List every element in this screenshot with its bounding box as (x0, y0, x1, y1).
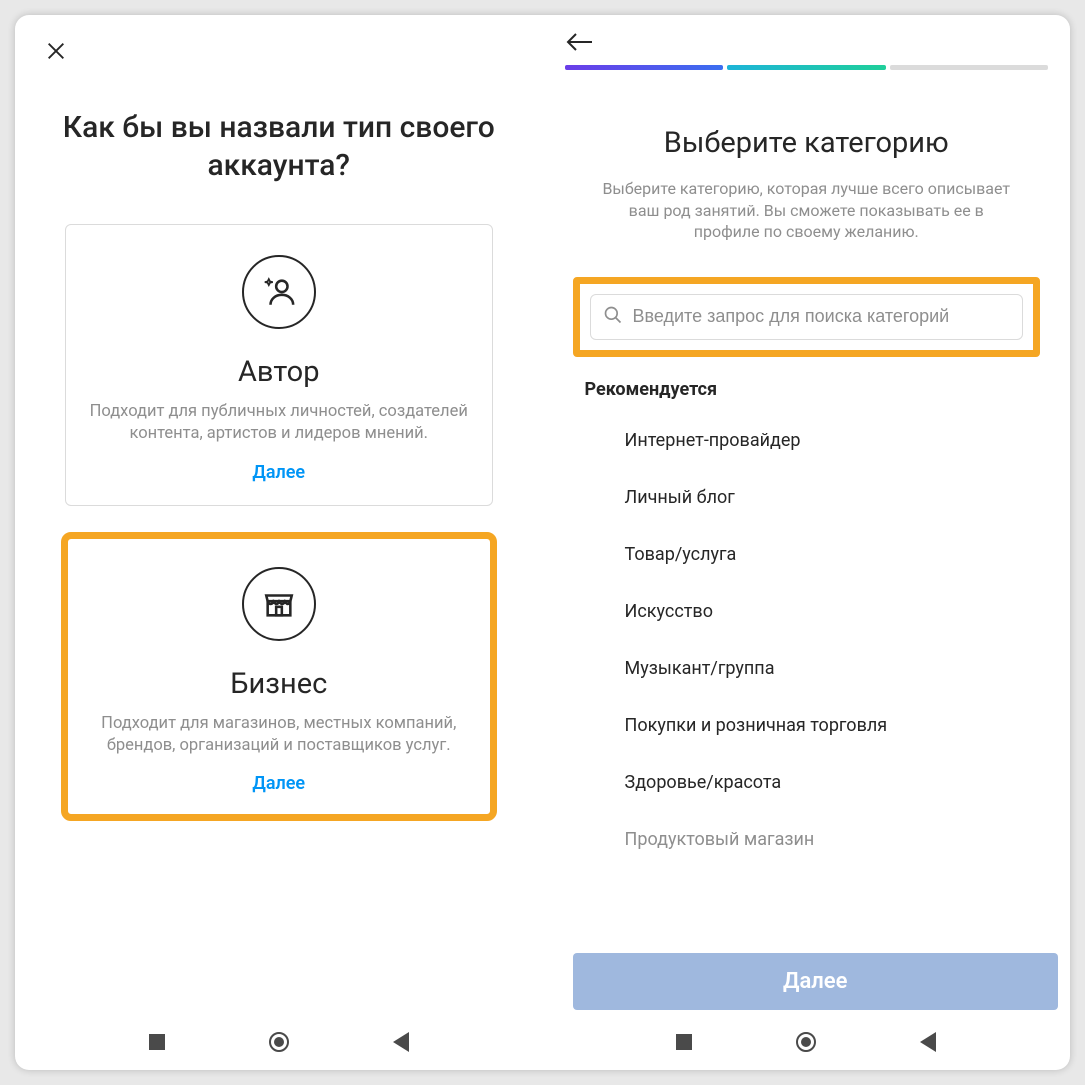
progress-segment (727, 65, 886, 70)
category-item[interactable]: Личный блог (585, 469, 1029, 526)
card-title: Бизнес (86, 667, 472, 701)
category-item[interactable]: Товар/услуга (585, 526, 1029, 583)
recommended-heading: Рекомендуется (585, 379, 1029, 400)
triangle-back-icon (920, 1032, 936, 1052)
search-highlight-box (573, 277, 1041, 357)
account-type-panel: Как бы вы назвали тип своего аккаунта? А… (15, 15, 543, 1070)
header-row (555, 27, 1059, 61)
nav-recent-button[interactable] (673, 1031, 695, 1053)
close-button[interactable] (41, 38, 71, 68)
storefront-icon (242, 567, 316, 641)
page-subtitle: Выберите категорию, которая лучше всего … (595, 178, 1019, 243)
account-type-card-business[interactable]: Бизнес Подходит для магазинов, местных к… (65, 536, 493, 818)
author-icon (242, 255, 316, 329)
category-item[interactable]: Интернет-провайдер (585, 412, 1029, 469)
progress-segment (565, 65, 724, 70)
search-icon (603, 305, 633, 329)
android-nav-bar (15, 1020, 543, 1064)
circle-icon (796, 1032, 816, 1052)
card-next-link[interactable]: Далее (86, 773, 472, 794)
nav-home-button[interactable] (268, 1031, 290, 1053)
square-icon (149, 1034, 165, 1050)
page-title: Выберите категорию (575, 126, 1039, 160)
nav-recent-button[interactable] (146, 1031, 168, 1053)
card-title: Автор (86, 355, 472, 389)
back-button[interactable] (563, 29, 597, 59)
search-input[interactable] (633, 306, 1011, 327)
category-select-panel: Выберите категорию Выберите категорию, к… (543, 15, 1071, 1070)
header-row (35, 35, 523, 71)
account-type-card-author[interactable]: Автор Подходит для публичных личностей, … (65, 224, 493, 506)
circle-icon (269, 1032, 289, 1052)
page-title: Как бы вы назвали тип своего аккаунта? (55, 109, 503, 184)
card-description: Подходит для публичных личностей, создат… (86, 401, 472, 446)
nav-back-button[interactable] (390, 1031, 412, 1053)
category-list: Интернет-провайдер Личный блог Товар/усл… (585, 412, 1029, 850)
square-icon (676, 1034, 692, 1050)
next-button[interactable]: Далее (573, 953, 1059, 1010)
search-field[interactable] (590, 294, 1024, 340)
category-item[interactable]: Музыкант/группа (585, 640, 1029, 697)
arrow-left-icon (566, 32, 594, 56)
card-next-link[interactable]: Далее (86, 462, 472, 483)
category-item[interactable]: Продуктовый магазин (585, 811, 1029, 850)
category-item[interactable]: Покупки и розничная торговля (585, 697, 1029, 754)
progress-bar (565, 65, 1049, 70)
close-icon (45, 40, 67, 66)
triangle-back-icon (393, 1032, 409, 1052)
nav-back-button[interactable] (917, 1031, 939, 1053)
nav-home-button[interactable] (795, 1031, 817, 1053)
category-item[interactable]: Здоровье/красота (585, 754, 1029, 811)
android-nav-bar (543, 1020, 1071, 1064)
card-description: Подходит для магазинов, местных компаний… (86, 713, 472, 758)
progress-segment (890, 65, 1049, 70)
category-item[interactable]: Искусство (585, 583, 1029, 640)
